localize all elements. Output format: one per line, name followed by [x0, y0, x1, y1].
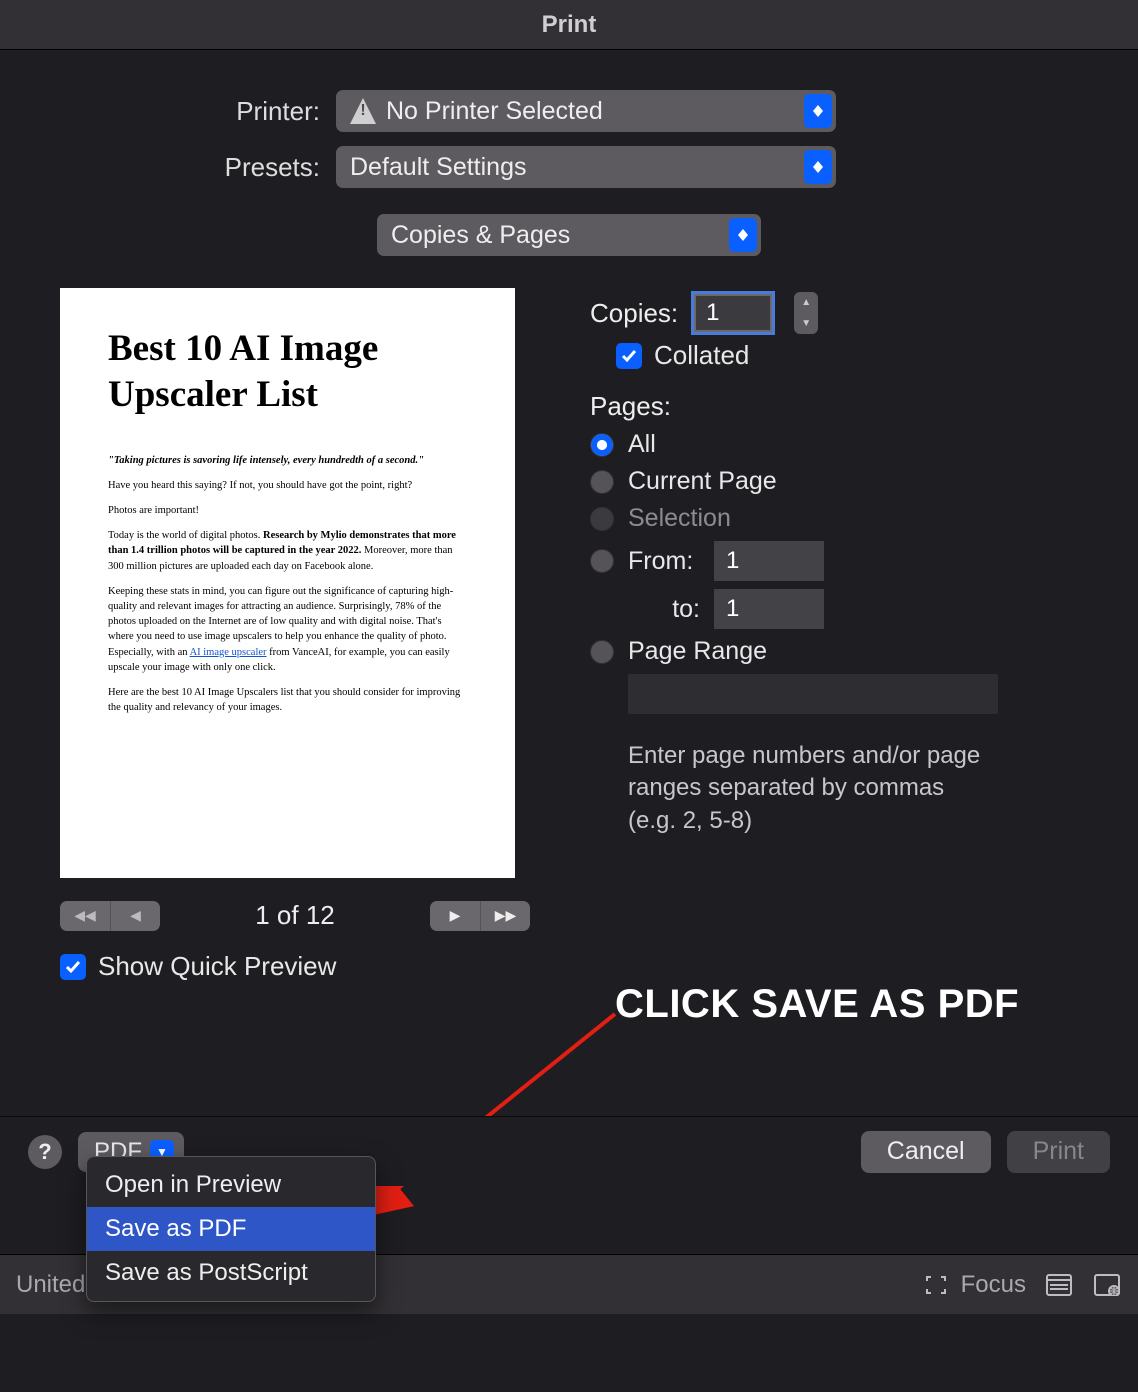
preview-heading: Best 10 AI Image Upscaler List	[108, 326, 467, 419]
pager-label: 1 of 12	[182, 900, 408, 931]
focus-label: Focus	[961, 1271, 1026, 1299]
page-range-input[interactable]	[628, 674, 998, 714]
show-quick-preview-label: Show Quick Preview	[98, 951, 336, 982]
pages-label: Pages:	[590, 391, 1078, 422]
pdf-dropdown-menu: Open in Preview Save as PDF Save as Post…	[86, 1156, 376, 1302]
collated-label: Collated	[654, 340, 749, 371]
print-button: Print	[1007, 1131, 1110, 1173]
pages-from-label: From:	[628, 547, 700, 576]
annotation-text: CLICK SAVE AS PDF	[615, 982, 1019, 1027]
focus-mode-button[interactable]: Focus	[921, 1271, 1026, 1299]
menu-save-as-postscript[interactable]: Save as PostScript	[87, 1251, 375, 1295]
presets-value: Default Settings	[350, 153, 527, 182]
show-quick-preview-checkbox[interactable]	[60, 954, 86, 980]
chevron-up-icon: ▲	[794, 292, 818, 313]
menu-open-in-preview[interactable]: Open in Preview	[87, 1163, 375, 1207]
preview-p3: Today is the world of digital photos. Re…	[108, 528, 467, 574]
updown-icon	[804, 94, 832, 128]
pages-current-radio[interactable]	[590, 470, 614, 494]
page-preview: Best 10 AI Image Upscaler List "Taking p…	[60, 288, 515, 878]
printer-value: No Printer Selected	[386, 97, 603, 126]
menu-save-as-pdf[interactable]: Save as PDF	[87, 1207, 375, 1251]
copies-label: Copies:	[590, 298, 678, 329]
status-left-text: United	[16, 1271, 85, 1299]
pages-to-input[interactable]	[714, 589, 824, 629]
prev-page-icon: ◀	[110, 901, 160, 931]
section-select[interactable]: Copies & Pages	[377, 214, 761, 256]
window-titlebar: Print	[0, 0, 1138, 50]
web-layout-icon[interactable]	[1092, 1272, 1122, 1298]
warning-icon	[350, 98, 376, 124]
pages-selection-label: Selection	[628, 504, 731, 533]
pager-back-group[interactable]: ◀◀ ◀	[60, 901, 160, 931]
last-page-icon: ▶▶	[480, 901, 530, 931]
presets-label: Presets:	[60, 152, 320, 183]
preview-p4: Keeping these stats in mind, you can fig…	[108, 584, 467, 675]
preview-p2: Photos are important!	[108, 503, 467, 518]
pages-range-radio[interactable]	[590, 640, 614, 664]
cancel-button[interactable]: Cancel	[861, 1131, 991, 1173]
print-dialog-body: Printer: No Printer Selected Presets: De…	[0, 50, 1138, 992]
preview-p5: Here are the best 10 AI Image Upscalers …	[108, 685, 467, 715]
updown-icon	[729, 218, 757, 252]
printer-label: Printer:	[60, 96, 320, 127]
sidebar-icon[interactable]	[1044, 1272, 1074, 1298]
copies-input[interactable]	[694, 294, 772, 332]
printer-select[interactable]: No Printer Selected	[336, 90, 836, 132]
pager-fwd-group[interactable]: ▶ ▶▶	[430, 901, 530, 931]
next-page-icon: ▶	[430, 901, 480, 931]
pages-from-input[interactable]	[714, 541, 824, 581]
help-button[interactable]: ?	[28, 1135, 62, 1169]
pages-selection-radio	[590, 507, 614, 531]
section-value: Copies & Pages	[391, 221, 570, 250]
pages-current-label: Current Page	[628, 467, 777, 496]
preview-link: AI image upscaler	[190, 647, 267, 658]
preview-text: Today is the world of digital photos.	[108, 530, 263, 541]
first-page-icon: ◀◀	[60, 901, 110, 931]
collated-checkbox[interactable]	[616, 343, 642, 369]
pages-to-label: to:	[628, 595, 700, 624]
pages-all-label: All	[628, 430, 656, 459]
preview-quote: "Taking pictures is savoring life intens…	[108, 453, 467, 468]
copies-stepper[interactable]: ▲ ▼	[794, 292, 818, 334]
focus-icon	[921, 1272, 951, 1298]
preview-p1: Have you heard this saying? If not, you …	[108, 478, 467, 493]
pages-from-radio[interactable]	[590, 549, 614, 573]
window-title: Print	[542, 11, 597, 39]
pages-range-label: Page Range	[628, 637, 767, 666]
pages-all-radio[interactable]	[590, 433, 614, 457]
chevron-down-icon: ▼	[794, 313, 818, 334]
pages-help-text: Enter page numbers and/or page ranges se…	[628, 740, 998, 837]
presets-select[interactable]: Default Settings	[336, 146, 836, 188]
updown-icon	[804, 150, 832, 184]
